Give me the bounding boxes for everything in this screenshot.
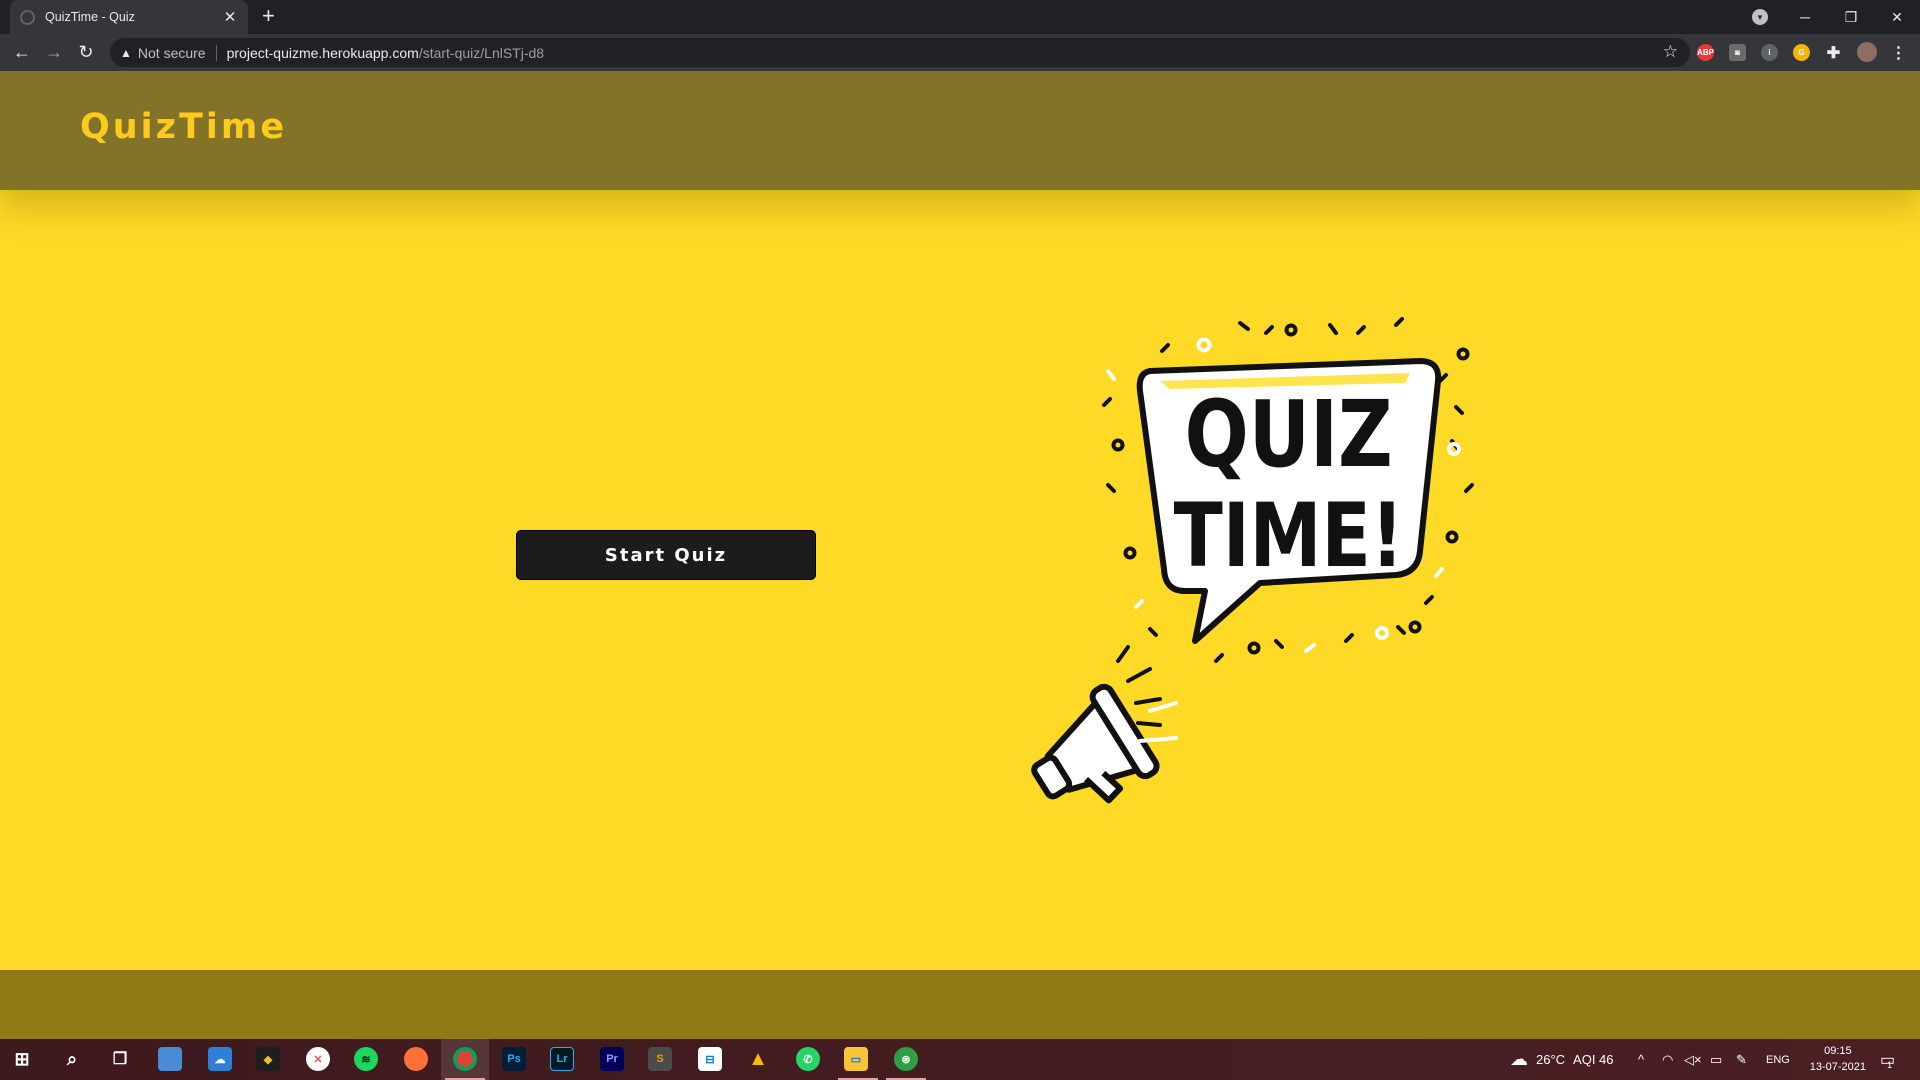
- tab-title: QuizTime - Quiz: [45, 10, 135, 24]
- globe-icon: [20, 9, 35, 25]
- sublime-icon[interactable]: S: [648, 1047, 672, 1071]
- volume-mute-icon[interactable]: ◁×: [1684, 1039, 1702, 1080]
- restore-button[interactable]: ❐: [1828, 0, 1874, 34]
- tip-extension-icon[interactable]: i: [1761, 44, 1778, 61]
- files-icon[interactable]: [158, 1047, 182, 1071]
- clock-time: 09:15: [1824, 1045, 1852, 1057]
- weather-widget[interactable]: ☁ 26°C AQI 46: [1510, 1039, 1614, 1080]
- chrome-icon[interactable]: [453, 1047, 477, 1071]
- security-label[interactable]: Not secure: [138, 44, 217, 61]
- clock[interactable]: 09:15 13-07-2021: [1810, 1043, 1866, 1075]
- illustration-line2: TIME!: [1174, 484, 1404, 587]
- wifi-icon[interactable]: ◠: [1662, 1039, 1673, 1080]
- binance-icon[interactable]: ◆: [256, 1047, 280, 1071]
- reload-icon[interactable]: ↻: [70, 34, 102, 71]
- url-path[interactable]: /start-quiz/LnlSTj-d8: [419, 45, 544, 61]
- task-view-icon[interactable]: ❒: [108, 1047, 132, 1071]
- adblock-icon[interactable]: ABP: [1697, 44, 1714, 61]
- clock-date: 13-07-2021: [1809, 1061, 1866, 1073]
- firefox-icon[interactable]: [404, 1047, 428, 1071]
- back-arrow-icon[interactable]: ←: [6, 34, 38, 71]
- weather-temp: 26°C: [1536, 1052, 1566, 1067]
- photoshop-icon[interactable]: Ps: [502, 1047, 526, 1071]
- language-indicator[interactable]: ENG: [1766, 1039, 1790, 1080]
- store-icon[interactable]: ⊟: [698, 1047, 722, 1071]
- tab-close-icon[interactable]: ✕: [222, 8, 238, 26]
- quiz-time-illustration: QUIZ TIME!: [1031, 317, 1474, 804]
- profile-avatar[interactable]: [1857, 42, 1877, 62]
- start-quiz-button[interactable]: Start Quiz: [516, 530, 816, 580]
- megaphone-icon: [1031, 683, 1160, 804]
- windows-taskbar: ⊞ ⌕ ❒ ☁ ◆ ✕ ≋ Ps Lr Pr S ⊟ ▲ ✆ ▭ ⊛ ☁ 26°…: [0, 1039, 1920, 1080]
- xmind-icon[interactable]: ✕: [306, 1047, 330, 1071]
- illustration-line1: QUIZ: [1185, 381, 1393, 488]
- address-bar[interactable]: ▲ Not secure project-quizme.herokuapp.co…: [110, 38, 1690, 67]
- site-footer: [0, 970, 1920, 1039]
- premiere-icon[interactable]: Pr: [600, 1047, 624, 1071]
- notification-count: 1: [1887, 1059, 1893, 1070]
- browser-toolbar: ← → ↻ ▲ Not secure project-quizme.heroku…: [0, 34, 1920, 71]
- explorer-icon[interactable]: ▭: [844, 1047, 868, 1071]
- drive-icon[interactable]: ▲: [746, 1047, 770, 1071]
- whatsapp-icon[interactable]: ✆: [796, 1047, 820, 1071]
- google-extension-icon[interactable]: G: [1793, 44, 1810, 61]
- close-window-button[interactable]: ✕: [1874, 0, 1920, 34]
- minimize-button[interactable]: ─: [1782, 0, 1828, 34]
- page-viewport: QuizTime Start Quiz QUIZ TIME!: [0, 71, 1920, 1039]
- weather-aqi: AQI 46: [1573, 1052, 1614, 1067]
- menu-kebab-icon[interactable]: ⋮: [1890, 44, 1907, 62]
- lightroom-icon[interactable]: Lr: [550, 1047, 574, 1071]
- chevron-up-icon[interactable]: ^: [1638, 1039, 1644, 1080]
- site-header: QuizTime: [0, 71, 1920, 190]
- onedrive-icon[interactable]: ☁: [208, 1047, 232, 1071]
- pen-icon[interactable]: ✎: [1736, 1039, 1747, 1080]
- warning-icon[interactable]: ▲: [120, 46, 132, 60]
- notification-icon[interactable]: ▭ 1: [1880, 1039, 1895, 1080]
- browser-tab[interactable]: QuizTime - Quiz ✕: [10, 0, 248, 34]
- spotify-icon[interactable]: ≋: [354, 1047, 378, 1071]
- tab-search-icon[interactable]: ▾: [1752, 9, 1768, 25]
- camera-extension-icon[interactable]: ◙: [1729, 44, 1746, 61]
- url-host[interactable]: project-quizme.herokuapp.com: [227, 45, 419, 61]
- xbox-icon[interactable]: ⊛: [894, 1047, 918, 1071]
- forward-arrow-icon[interactable]: →: [38, 34, 70, 71]
- bookmark-star-icon[interactable]: ☆: [1663, 42, 1678, 62]
- start-icon[interactable]: ⊞: [10, 1047, 34, 1071]
- brand-logo[interactable]: QuizTime: [80, 107, 287, 147]
- battery-icon[interactable]: ▭: [1710, 1039, 1722, 1080]
- new-tab-button[interactable]: +: [262, 5, 275, 27]
- tab-strip: QuizTime - Quiz ✕ + ▾ ─ ❐ ✕: [0, 0, 1920, 34]
- cloud-rain-icon: ☁: [1510, 1049, 1528, 1069]
- puzzle-icon[interactable]: ✚: [1825, 44, 1842, 62]
- search-icon[interactable]: ⌕: [60, 1047, 84, 1071]
